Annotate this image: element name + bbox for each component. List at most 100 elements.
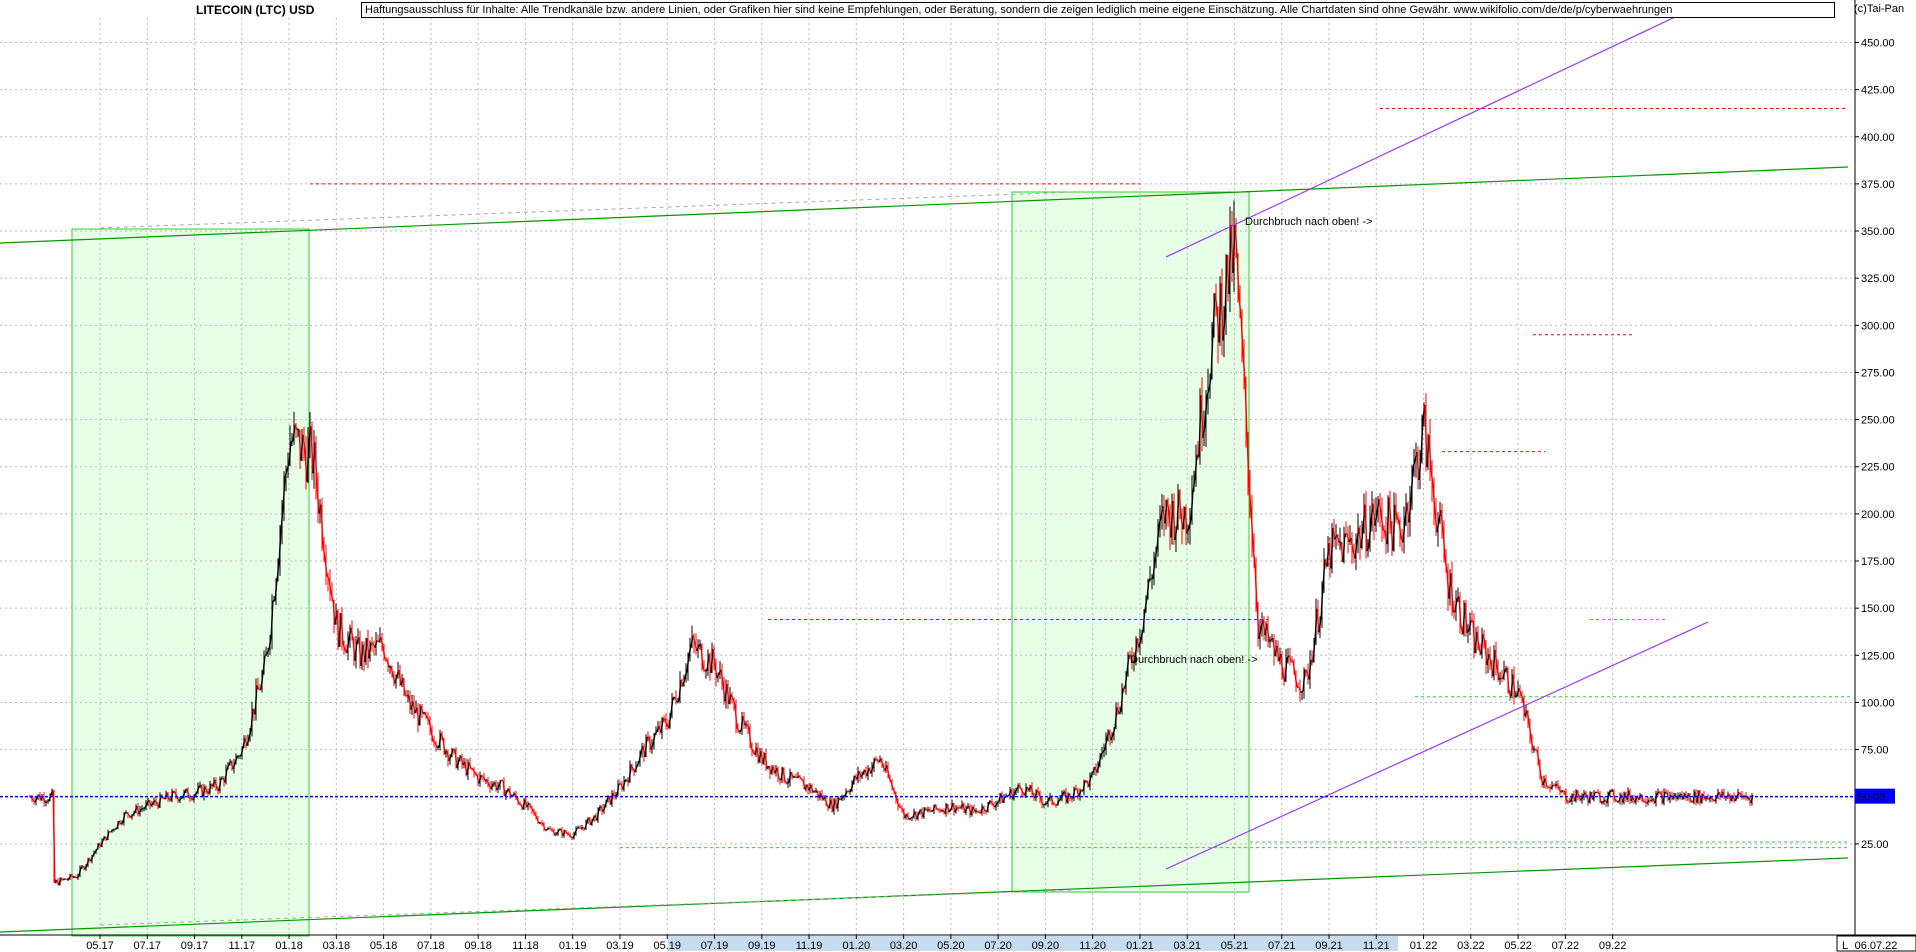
x-tick-label: 01.20 [843,940,871,952]
y-tick-label: 200.00 [1861,509,1895,521]
y-tick-label: 250.00 [1861,415,1895,427]
x-tick-label: 07.21 [1268,940,1296,952]
x-last-date-label: 06.07.22 [1855,940,1898,952]
x-tick-label: 07.17 [134,940,162,952]
candle-body [1552,784,1556,787]
candle-body [1396,518,1400,521]
candle-body [578,826,582,830]
last-price-label: 50.03 [1858,792,1886,804]
candle-body [452,748,456,751]
candle-body [570,836,574,839]
candle-body [1568,800,1572,803]
x-tick-label: 03.21 [1173,940,1201,952]
y-tick-label: 175.00 [1861,556,1895,568]
candle-body [1148,578,1152,581]
x-tick-label: 11.20 [1079,940,1106,952]
candle-body [738,730,742,733]
candle-body [576,826,580,829]
copyright-label: (c)Tai-Pan [1854,3,1905,15]
x-tick-label: 07.22 [1552,940,1580,952]
candle-body [910,816,914,819]
candle-body [908,817,912,820]
x-tick-label: 03.18 [323,940,351,952]
candle-body [74,876,78,879]
candle-body [114,827,118,831]
candle-body [566,832,570,835]
candle-body [190,798,194,801]
y-tick-label: 225.00 [1861,462,1895,474]
y-tick-label: 25.00 [1861,839,1889,851]
x-tick-label: 05.18 [370,940,398,952]
candle-body [974,810,978,813]
candle-body [1562,790,1566,793]
candle-body [898,806,902,809]
y-tick-label: 150.00 [1861,603,1895,615]
x-tick-label: 09.18 [464,940,492,952]
x-tick-label: 11.19 [796,940,823,952]
candle-body [290,440,294,443]
x-tick-label: 05.22 [1504,940,1532,952]
x-tick-label: 07.18 [417,940,445,952]
x-tick-label: 01.18 [275,940,303,952]
candle-body [46,800,50,803]
candle-body [1706,797,1710,800]
y-tick-label: 125.00 [1861,650,1895,662]
candle-body [1664,791,1668,794]
candle-body [848,790,852,793]
candle-body [64,878,68,881]
y-tick-label: 100.00 [1861,697,1895,709]
x-tick-label: 09.19 [748,940,776,952]
x-tick-label: 11.21 [1363,940,1390,952]
candle-body [62,878,66,881]
annotation-breakout-2020: Durchbruch nach oben! -> [1130,654,1258,666]
candle-body [518,803,522,806]
candle-body [874,758,878,761]
x-tick-label: 11.18 [512,940,539,952]
candle-body [1704,797,1708,800]
disclaimer-box: Haftungsausschluss für Inhalte: Alle Tre… [361,2,1835,18]
x-tick-label: 01.19 [559,940,587,952]
y-tick-label: 300.00 [1861,320,1895,332]
x-tick-label: 07.19 [701,940,729,952]
candle-body [812,790,816,794]
chart-stage: 25.0050.0075.00100.00125.00150.00175.002… [0,0,1916,952]
price-chart: 25.0050.0075.00100.00125.00150.00175.002… [0,0,1916,952]
x-tick-label: 09.17 [181,940,209,952]
y-tick-label: 325.00 [1861,273,1895,285]
x-tick-label: 03.19 [606,940,634,952]
x-tick-label: 11.17 [228,940,255,952]
x-tick-label: 09.22 [1599,940,1627,952]
candle-body [124,811,128,814]
candle-body [1534,748,1538,752]
candle-body [662,717,666,720]
candle-body [1742,795,1746,798]
candle-body [384,658,388,661]
candle-body [480,774,484,778]
candle-body [180,796,184,800]
y-tick-label: 450.00 [1861,37,1895,49]
candle-body [120,821,124,825]
candle-body [1052,803,1056,806]
candle-body [926,808,930,812]
candle-body [44,801,48,804]
candle-body [1042,803,1046,806]
candle-body [432,740,436,744]
candle-body [842,795,846,798]
candle-body [744,723,748,726]
x-tick-label: 01.21 [1126,940,1154,952]
candle-body [172,790,176,793]
y-tick-label: 375.00 [1861,179,1895,191]
candle-body [404,694,408,697]
candle-body [188,797,192,800]
y-tick-label: 475.00 [1861,0,1895,2]
y-tick-label: 350.00 [1861,226,1895,238]
candle-body [1658,791,1662,794]
y-tick-label: 400.00 [1861,132,1895,144]
zone-rect-2020 [1011,191,1250,893]
x-corner-label: L [1842,940,1848,952]
candle-body [580,826,584,830]
x-tick-label: 09.21 [1315,940,1343,952]
x-tick-label: 09.20 [1032,940,1060,952]
x-tick-label: 01.22 [1410,940,1438,952]
candle-body [376,639,380,643]
